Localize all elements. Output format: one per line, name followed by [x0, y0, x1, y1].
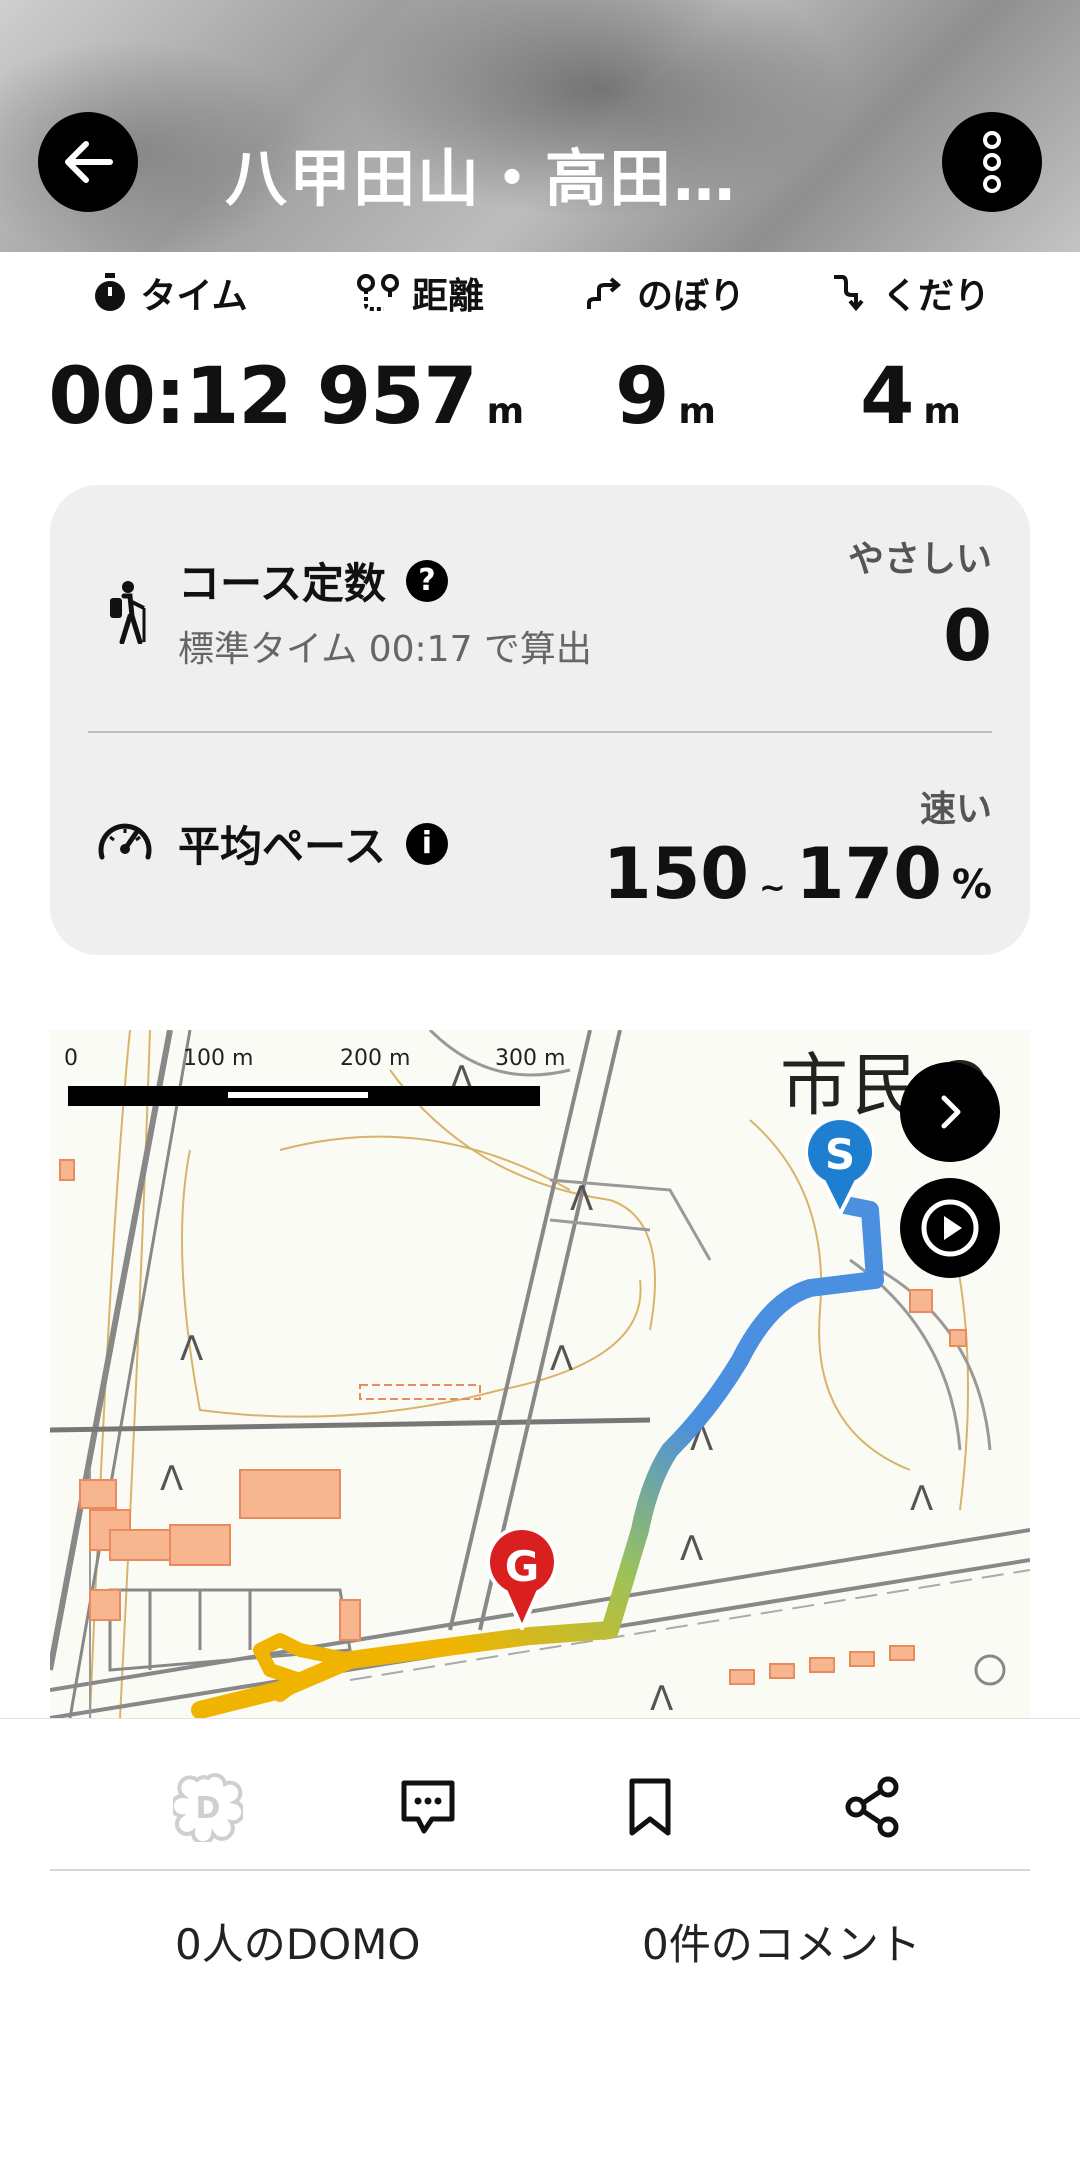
more-vertical-icon [983, 131, 1001, 193]
comment-count[interactable]: 0件のコメント [642, 1911, 921, 1972]
arrow-left-icon [65, 141, 113, 183]
stat-unit: m [678, 391, 716, 432]
pace-range: 150 ~170% [603, 833, 992, 915]
stat-label: 距離 [411, 276, 484, 317]
play-circle-icon [921, 1199, 979, 1257]
stat-unit: m [486, 391, 525, 432]
bottom-action-bar: D 0人のDOMO 0件のコメント [0, 1718, 1080, 2160]
pace-separator: ~ [758, 868, 786, 906]
svg-text:Λ: Λ [160, 1459, 183, 1499]
domo-button[interactable]: D [168, 1767, 248, 1847]
card-divider [88, 731, 992, 733]
svg-text:Λ: Λ [570, 1179, 593, 1219]
stat-ascent: のぼり 9m [540, 268, 790, 442]
page-title: 八甲田山・高田… [225, 142, 738, 215]
pace-low: 150 [602, 833, 749, 915]
back-button[interactable] [38, 112, 138, 212]
chevron-right-icon [941, 1095, 961, 1129]
svg-text:Λ: Λ [180, 1329, 203, 1369]
more-options-button[interactable] [942, 112, 1042, 212]
route-icon [356, 274, 399, 311]
pace-high: 170 [795, 833, 942, 915]
descent-icon [833, 275, 864, 312]
domo-count[interactable]: 0人のDOMO [175, 1911, 420, 1972]
map-next-button[interactable] [900, 1062, 1000, 1162]
stat-unit: m [923, 391, 961, 432]
svg-text:Λ: Λ [680, 1529, 703, 1569]
stat-label: くだり [881, 276, 990, 317]
ascent-icon [586, 277, 622, 309]
average-pace-title: 平均ペース [178, 822, 386, 871]
stat-value: 00:12 [48, 352, 292, 442]
pace-unit: % [951, 862, 992, 908]
speedometer-icon [98, 823, 152, 860]
scale-label: 100 m [183, 1046, 254, 1071]
stat-value: 957 [316, 352, 478, 442]
svg-text:Λ: Λ [910, 1479, 933, 1519]
goal-label: G [504, 1542, 540, 1591]
bookmark-button[interactable] [610, 1767, 690, 1847]
stat-time: タイム 00:12 [45, 268, 295, 442]
domo-flower-icon: D [173, 1773, 243, 1842]
scale-label: 200 m [340, 1046, 411, 1071]
svg-text:D: D [196, 1791, 221, 1826]
stat-descent: くだり 4m [785, 268, 1035, 442]
start-marker[interactable]: S [802, 1116, 878, 1219]
stat-label: のぼり [636, 276, 745, 317]
start-label: S [824, 1130, 856, 1179]
route-map[interactable]: Λ Λ Λ Λ Λ Λ Λ Λ Λ 0 100 m 200 m 300 m 市民… [50, 1030, 1030, 1718]
scale-label: 0 [64, 1046, 78, 1071]
info-icon[interactable]: i [405, 822, 448, 865]
course-info-card: コース定数 ? 標準タイム 00:17 で算出 やさしい 0 平均ペース i 速… [50, 485, 1030, 955]
bottom-divider [50, 1869, 1030, 1871]
help-icon[interactable]: ? [405, 559, 448, 602]
svg-text:Λ: Λ [650, 1679, 673, 1718]
scale-bar [68, 1086, 540, 1106]
stat-value: 9 [615, 352, 669, 442]
share-button[interactable] [832, 1767, 912, 1847]
course-constant-value: 0 [943, 595, 992, 677]
header-banner: 八甲田山・高田… [0, 0, 1080, 252]
share-icon [845, 1776, 899, 1838]
stopwatch-icon [95, 273, 126, 311]
stat-value: 4 [860, 352, 914, 442]
course-constant-title: コース定数 [178, 559, 386, 608]
comment-button[interactable] [388, 1767, 468, 1847]
map-play-button[interactable] [900, 1178, 1000, 1278]
bookmark-icon [629, 1778, 671, 1836]
scale-label: 300 m [495, 1046, 566, 1071]
comment-icon [401, 1780, 455, 1834]
stat-label: タイム [140, 276, 248, 317]
course-subtitle: 標準タイム 00:17 で算出 [178, 629, 592, 670]
svg-text:Λ: Λ [550, 1339, 573, 1379]
speed-label: 速い [919, 789, 992, 830]
stat-distance: 距離 957 m [295, 268, 545, 442]
difficulty-label: やさしい [847, 539, 992, 580]
hiker-icon [110, 581, 146, 644]
goal-marker[interactable]: G [484, 1526, 560, 1633]
